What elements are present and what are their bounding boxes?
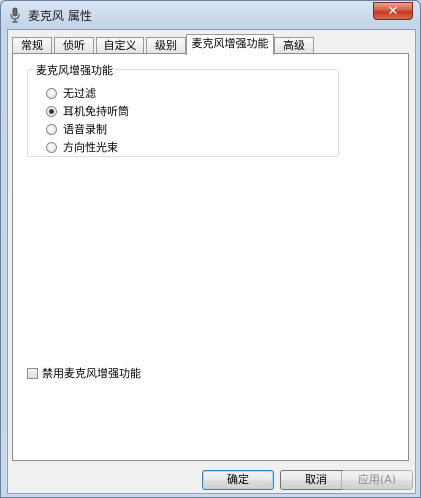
option-headset[interactable]: 耳机免持听筒	[46, 103, 129, 119]
option-label: 方向性光束	[63, 141, 118, 154]
apply-button[interactable]: 应用(A)	[341, 470, 413, 490]
option-label: 语音录制	[63, 123, 107, 136]
radio-no-filter[interactable]	[46, 87, 57, 99]
disable-enhancements-label: 禁用麦克风增强功能	[42, 367, 141, 380]
tab-microphone-enhancements[interactable]: 麦克风增强功能	[186, 34, 274, 55]
window-title: 麦克风 属性	[28, 9, 92, 23]
option-label: 耳机免持听筒	[63, 105, 129, 118]
properties-dialog: 麦克风 属性 ✕ 常规 侦听 自定义 级别 麦克风增强功能 高级 麦克风增强功能…	[0, 0, 421, 498]
radio-voice-recording[interactable]	[46, 123, 57, 135]
groupbox-title: 麦克风增强功能	[34, 62, 115, 78]
close-button[interactable]: ✕	[373, 2, 413, 20]
disable-enhancements[interactable]: 禁用麦克风增强功能	[27, 365, 141, 381]
microphone-icon	[10, 7, 20, 23]
tab-listen[interactable]: 侦听	[54, 37, 94, 54]
radio-headset[interactable]	[46, 105, 57, 117]
tab-custom[interactable]: 自定义	[96, 37, 144, 54]
ok-button[interactable]: 确定	[202, 470, 274, 490]
title-bar[interactable]: 麦克风 属性 ✕	[1, 1, 420, 29]
tab-advanced[interactable]: 高级	[274, 37, 314, 54]
option-label: 无过滤	[63, 87, 96, 100]
close-icon: ✕	[387, 3, 399, 19]
enhancements-panel: 麦克风增强功能 无过滤 耳机免持听筒 语音录制 方向性光束 禁用麦克风增强功能	[12, 53, 409, 461]
tab-general[interactable]: 常规	[12, 37, 52, 54]
disable-enhancements-checkbox[interactable]	[27, 367, 38, 379]
option-voice-recording[interactable]: 语音录制	[46, 121, 107, 137]
radio-beamforming[interactable]	[46, 141, 57, 153]
option-beamforming[interactable]: 方向性光束	[46, 139, 118, 155]
tab-levels[interactable]: 级别	[146, 37, 186, 54]
dialog-content: 常规 侦听 自定义 级别 麦克风增强功能 高级 麦克风增强功能 无过滤 耳机免持…	[7, 29, 416, 494]
dialog-buttons: 确定 取消 应用(A)	[8, 468, 415, 490]
option-no-filter[interactable]: 无过滤	[46, 85, 96, 101]
